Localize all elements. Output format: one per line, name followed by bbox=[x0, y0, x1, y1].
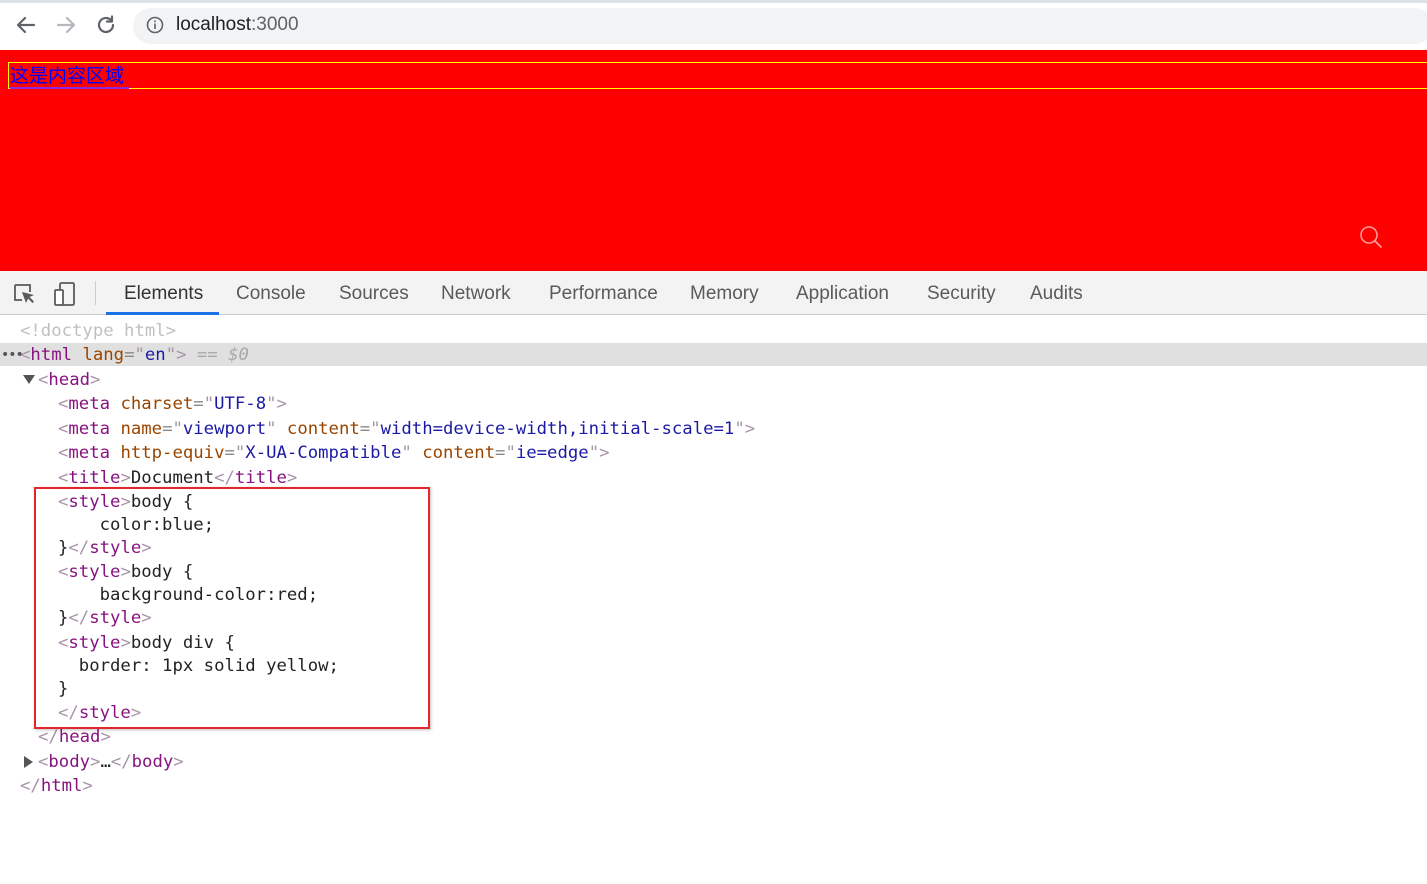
reload-button[interactable] bbox=[93, 12, 119, 38]
collapse-triangle-icon[interactable] bbox=[23, 375, 35, 384]
style-3-close: </style> bbox=[58, 703, 142, 723]
text-underline bbox=[10, 87, 129, 89]
arrow-left-icon bbox=[16, 16, 36, 34]
style-2-rule: background-color:red; bbox=[58, 585, 319, 605]
url-host: localhost bbox=[176, 14, 251, 35]
browser-toolbar: localhost:3000 bbox=[0, 0, 1427, 50]
tab-audits[interactable]: Audits bbox=[1030, 271, 1083, 315]
tab-performance[interactable]: Performance bbox=[549, 271, 658, 315]
forward-button[interactable] bbox=[53, 12, 79, 38]
devtools-panel: Elements Console Sources Network Perform… bbox=[0, 271, 1427, 884]
tab-strip-edge bbox=[0, 0, 1427, 3]
dom-node-title[interactable]: <title>Document</title> bbox=[0, 466, 1427, 490]
device-toolbar-icon[interactable] bbox=[52, 281, 78, 307]
back-button[interactable] bbox=[13, 12, 39, 38]
tab-memory[interactable]: Memory bbox=[690, 271, 759, 315]
reload-icon bbox=[97, 15, 115, 34]
url-text[interactable]: localhost:3000 bbox=[176, 14, 299, 36]
dom-node-body[interactable]: <body>…</body> bbox=[0, 750, 1427, 774]
page-viewport: 这是内容区域 bbox=[0, 50, 1427, 271]
content-div: 这是内容区域 bbox=[8, 62, 1427, 89]
active-tab-indicator bbox=[106, 312, 219, 315]
dom-tree: <!doctype html> ••• <html lang="en"> == $… bbox=[0, 317, 1427, 877]
dom-node-style-1[interactable]: <style>body { bbox=[0, 490, 1427, 514]
dom-node-head[interactable]: <head> bbox=[0, 368, 1427, 392]
tab-sources[interactable]: Sources bbox=[339, 271, 409, 315]
style-3-brace: } bbox=[58, 679, 69, 699]
more-options-icon[interactable]: ••• bbox=[1, 343, 24, 367]
dom-node-html[interactable]: ••• <html lang="en"> == $0 bbox=[0, 343, 1427, 366]
style-1-rule: color:blue; bbox=[58, 515, 215, 535]
toolbar-divider bbox=[95, 281, 96, 305]
dom-node-meta-viewport[interactable]: <meta name="viewport" content="width=dev… bbox=[0, 417, 1427, 441]
search-icon[interactable] bbox=[1358, 224, 1384, 250]
inspect-element-icon[interactable] bbox=[11, 281, 37, 307]
content-text: 这是内容区域 bbox=[10, 65, 125, 87]
dom-node-style-2[interactable]: <style>body { bbox=[0, 560, 1427, 584]
tab-elements[interactable]: Elements bbox=[124, 271, 203, 315]
arrow-right-icon bbox=[56, 16, 76, 34]
style-3-rule: border: 1px solid yellow; bbox=[58, 656, 339, 676]
url-port: :3000 bbox=[251, 14, 299, 35]
tab-network[interactable]: Network bbox=[441, 271, 511, 315]
info-circle-icon[interactable] bbox=[146, 16, 164, 34]
style-1-close: }</style> bbox=[58, 538, 152, 558]
dom-node-doctype[interactable]: <!doctype html> bbox=[0, 319, 1427, 343]
expand-triangle-icon[interactable] bbox=[24, 756, 33, 768]
dom-node-head-close[interactable]: </head> bbox=[0, 725, 1427, 749]
dom-node-meta-compat[interactable]: <meta http-equiv="X-UA-Compatible" conte… bbox=[0, 441, 1427, 465]
tab-application[interactable]: Application bbox=[796, 271, 889, 315]
address-bar[interactable] bbox=[133, 8, 1427, 44]
tab-security[interactable]: Security bbox=[927, 271, 996, 315]
devtools-tabbar: Elements Console Sources Network Perform… bbox=[0, 271, 1427, 315]
tab-console[interactable]: Console bbox=[236, 271, 306, 315]
dom-node-meta-charset[interactable]: <meta charset="UTF-8"> bbox=[0, 392, 1427, 416]
dom-node-html-close[interactable]: </html> bbox=[0, 774, 1427, 798]
style-2-close: }</style> bbox=[58, 608, 152, 628]
dom-node-style-3[interactable]: <style>body div { bbox=[0, 631, 1427, 655]
